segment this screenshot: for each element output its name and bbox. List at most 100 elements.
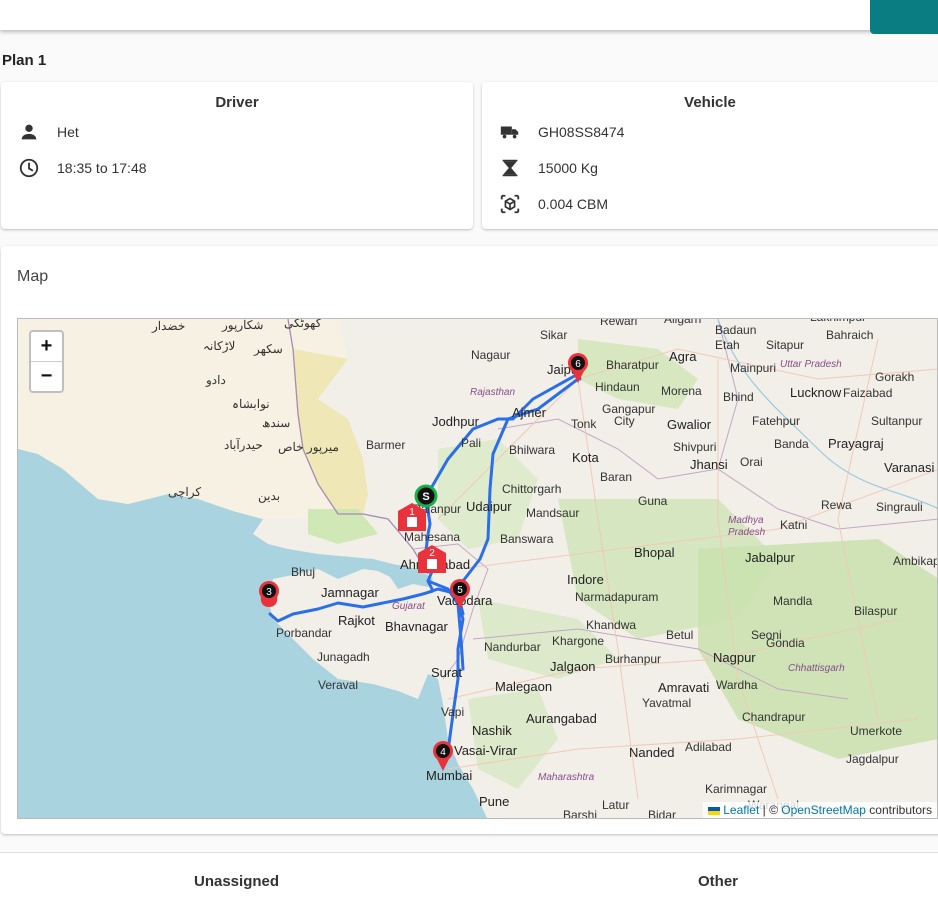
svg-text:Aligarh: Aligarh — [664, 319, 701, 326]
svg-text:Aurangabad: Aurangabad — [526, 711, 597, 726]
svg-text:Bilaspur: Bilaspur — [854, 604, 897, 618]
attribution-suffix: contributors — [865, 803, 932, 817]
svg-text:City: City — [614, 414, 635, 428]
svg-text:Ajmer: Ajmer — [512, 405, 547, 420]
weight-icon — [499, 157, 521, 179]
svg-text:Khandwa: Khandwa — [586, 618, 636, 632]
svg-text:Katni: Katni — [780, 518, 807, 532]
svg-text:Bidar: Bidar — [648, 808, 676, 819]
map-attribution: Leaflet | © OpenStreetMap contributors — [703, 802, 937, 818]
zoom-in-button[interactable]: + — [31, 332, 62, 361]
person-icon — [18, 121, 40, 143]
zoom-control: + − — [29, 330, 64, 393]
svg-text:Morena: Morena — [661, 384, 702, 398]
svg-text:Betul: Betul — [666, 628, 693, 642]
svg-text:Jhansi: Jhansi — [690, 457, 728, 472]
leaflet-link[interactable]: Leaflet — [723, 803, 759, 817]
svg-text:Gorakh: Gorakh — [875, 370, 914, 384]
attribution-separator: | © — [759, 803, 782, 817]
svg-text:Rajasthan: Rajasthan — [470, 387, 515, 398]
svg-text:بدین: بدین — [258, 489, 280, 503]
vehicle-volume-row: 0.004 CBM — [499, 193, 608, 215]
svg-text:S: S — [422, 491, 429, 503]
svg-text:Wardha: Wardha — [716, 678, 758, 692]
svg-text:Jagdalpur: Jagdalpur — [846, 752, 899, 766]
svg-text:Sultanpur: Sultanpur — [871, 414, 922, 428]
svg-text:Junagadh: Junagadh — [317, 650, 370, 664]
tab-other[interactable]: Other — [698, 873, 738, 890]
svg-text:5: 5 — [457, 585, 463, 596]
truck-icon — [499, 121, 521, 143]
svg-text:Indore: Indore — [567, 572, 604, 587]
svg-text:Rewari: Rewari — [600, 319, 637, 328]
svg-text:Fatehpur: Fatehpur — [752, 414, 800, 428]
svg-text:Rewa: Rewa — [821, 498, 852, 512]
top-action-button[interactable] — [870, 0, 938, 34]
route-map[interactable]: Rewari Aligarh Badaun Lakhimpur Bahraich Sik… — [17, 318, 938, 819]
svg-text:نوابشاہ: نوابشاہ — [232, 397, 270, 411]
osm-link[interactable]: OpenStreetMap — [781, 803, 866, 817]
svg-text:Chittorgarh: Chittorgarh — [502, 482, 561, 496]
svg-text:Karimnagar: Karimnagar — [705, 782, 767, 796]
svg-text:گھوٹکی: گھوٹکی — [284, 319, 322, 330]
svg-text:Barmer: Barmer — [366, 438, 405, 452]
svg-text:Bhilwara: Bhilwara — [509, 443, 555, 457]
stop-marker-4[interactable]: 4 — [433, 741, 453, 771]
svg-text:Hindaun: Hindaun — [595, 380, 640, 394]
svg-text:کراچی: کراچی — [168, 485, 201, 499]
svg-text:سکھر: سکھر — [253, 342, 283, 356]
svg-text:Tonk: Tonk — [571, 417, 597, 431]
vehicle-weight: 15000 Kg — [538, 160, 598, 176]
svg-text:Agra: Agra — [669, 349, 697, 364]
svg-text:Mumbai: Mumbai — [426, 768, 472, 783]
svg-text:Singrauli: Singrauli — [876, 500, 923, 514]
vehicle-weight-row: 15000 Kg — [499, 157, 598, 179]
svg-text:Madhya: Madhya — [728, 515, 764, 526]
svg-text:Sitapur: Sitapur — [766, 338, 804, 352]
driver-time-row: 18:35 to 17:48 — [18, 157, 147, 179]
svg-text:Pali: Pali — [461, 436, 481, 450]
svg-text:4: 4 — [440, 747, 446, 758]
svg-text:Jabalpur: Jabalpur — [745, 550, 796, 565]
svg-text:Bharatpur: Bharatpur — [606, 358, 659, 372]
svg-text:Bhuj: Bhuj — [291, 565, 315, 579]
driver-time: 18:35 to 17:48 — [57, 160, 147, 176]
svg-text:Narmadapuram: Narmadapuram — [575, 590, 658, 604]
tab-unassigned[interactable]: Unassigned — [194, 873, 279, 890]
svg-text:Nashik: Nashik — [472, 723, 512, 738]
svg-text:شکارپور: شکارپور — [221, 319, 263, 332]
svg-text:Mahesana: Mahesana — [404, 530, 460, 544]
svg-text:6: 6 — [575, 359, 581, 370]
svg-text:حیدرآباد: حیدرآباد — [224, 437, 263, 452]
driver-name-row: Het — [18, 121, 79, 143]
vehicle-card-title: Vehicle — [684, 94, 736, 111]
svg-text:Vapi: Vapi — [441, 705, 464, 719]
svg-text:Sikar: Sikar — [540, 328, 567, 342]
svg-text:Yavatmal: Yavatmal — [642, 696, 691, 710]
start-marker[interactable]: S — [414, 484, 438, 508]
map-tiles[interactable]: Rewari Aligarh Badaun Lakhimpur Bahraich Sik… — [18, 319, 938, 819]
vehicle-card: Vehicle GH08SS8474 15000 Kg 0.004 CBM — [482, 82, 938, 229]
svg-text:Lakhimpur: Lakhimpur — [810, 319, 866, 324]
svg-text:Etah: Etah — [715, 338, 740, 352]
svg-text:Varanasi: Varanasi — [884, 460, 934, 475]
svg-text:Malegaon: Malegaon — [495, 679, 552, 694]
svg-text:Shivpuri: Shivpuri — [673, 440, 716, 454]
svg-text:Umerkote: Umerkote — [850, 724, 902, 738]
bottom-tabs: Unassigned Other — [0, 852, 938, 915]
svg-text:Lucknow: Lucknow — [790, 385, 842, 400]
svg-text:Jodhpur: Jodhpur — [432, 414, 480, 429]
zoom-out-button[interactable]: − — [31, 361, 62, 391]
svg-text:Badaun: Badaun — [715, 323, 756, 337]
svg-text:Orai: Orai — [740, 455, 763, 469]
svg-text:دادو: دادو — [205, 373, 226, 387]
svg-text:خضدار: خضدار — [151, 319, 185, 333]
svg-text:Gujarat: Gujarat — [392, 601, 426, 612]
svg-text:Prayagraj: Prayagraj — [828, 436, 884, 451]
svg-text:Baran: Baran — [600, 470, 632, 484]
svg-text:1: 1 — [409, 507, 415, 518]
svg-text:Porbandar: Porbandar — [276, 626, 332, 640]
stop-marker-3[interactable]: 3 — [259, 581, 279, 607]
vehicle-plate-row: GH08SS8474 — [499, 121, 624, 143]
box-icon — [499, 193, 521, 215]
